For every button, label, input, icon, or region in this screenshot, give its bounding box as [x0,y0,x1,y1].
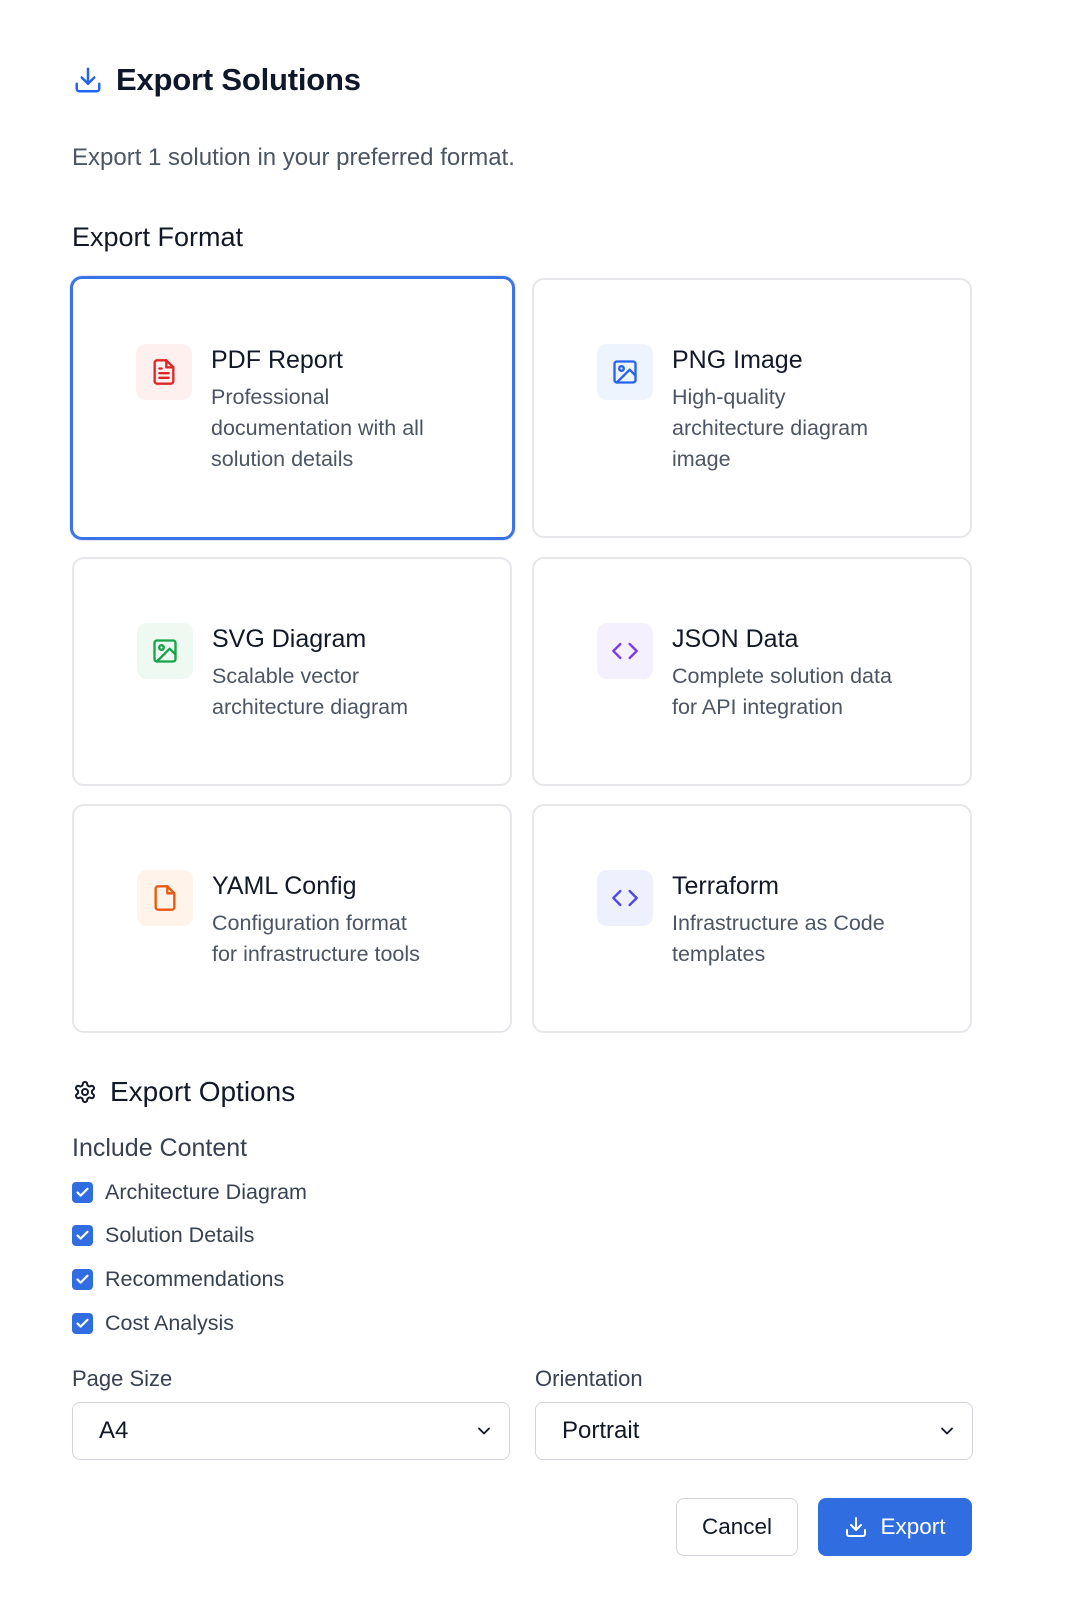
format-option-png[interactable]: PNG Image High-quality architecture diagra… [532,278,972,538]
format-option-json[interactable]: JSON Data Complete solution data for API i… [532,557,972,786]
format-option-text: Terraform Infrastructure as Code templates [672,870,905,970]
format-option-svg[interactable]: SVG Diagram Scalable vector architecture d… [72,557,512,786]
format-option-description: Professional documentation with all soluti… [211,382,424,475]
description-line: Scalable vector [212,664,359,688]
include-checkbox-row[interactable]: Recommendations [72,1267,284,1292]
export-button[interactable]: Export [818,1498,972,1556]
description-line: Complete solution data [672,664,892,688]
code-icon [597,623,653,679]
description-line: Infrastructure as Code [672,911,885,935]
format-option-text: SVG Diagram Scalable vector architecture d… [212,623,428,723]
format-option-name: JSON Data [672,625,799,653]
image-icon [137,623,193,679]
checkbox[interactable] [72,1269,93,1290]
checkbox[interactable] [72,1225,93,1246]
orientation-value: Portrait [562,1417,640,1444]
format-option-text: JSON Data Complete solution data for API i… [672,623,912,723]
export-format-label: Export Format [72,222,244,252]
chevron-down-icon [936,1420,958,1442]
format-option-pdf[interactable]: PDF Report Professional documentation with… [70,276,515,540]
format-option-description: Infrastructure as Code templates [672,908,885,970]
checkbox[interactable] [72,1313,93,1334]
description-line: templates [672,942,766,966]
description-line: documentation with all [211,416,424,440]
image-icon [597,344,653,400]
dialog-title: Export Solutions [116,62,361,97]
description-line: for API integration [672,695,843,719]
description-line: architecture diagram [672,416,868,440]
export-dialog: Export Solutions Export 1 solution in yo… [0,0,1066,1606]
dialog-subtitle: Export 1 solution in your preferred form… [72,144,515,171]
include-checkbox-row[interactable]: Cost Analysis [72,1311,234,1336]
cancel-button[interactable]: Cancel [676,1498,798,1556]
format-option-name: Terraform [672,872,779,900]
export-options-header: Export Options [72,1076,295,1108]
checkbox-label: Cost Analysis [105,1311,235,1335]
description-line: Professional [211,385,330,409]
format-option-description: High-quality architecture diagram image [672,382,868,475]
check-icon [76,1318,89,1328]
description-line: image [672,447,731,471]
checkbox-label: Recommendations [105,1267,285,1291]
format-option-description: Configuration format for infrastructure t… [212,908,420,970]
format-option-yaml[interactable]: YAML Config Configuration format for infra… [72,804,512,1033]
export-options-title: Export Options [110,1076,296,1107]
format-option-name: PDF Report [211,346,343,374]
check-icon [76,1274,89,1284]
format-option-text: YAML Config Configuration format for infra… [212,870,440,970]
code-icon [597,870,653,926]
page-size-value: A4 [99,1417,129,1444]
description-line: Configuration format [212,911,407,935]
format-option-description: Complete solution data for API integratio… [672,661,892,723]
format-option-text: PDF Report Professional documentation with… [211,344,444,475]
orientation-label: Orientation [535,1366,643,1391]
export-button-label: Export [880,1514,946,1539]
include-content-label: Include Content [72,1134,248,1162]
description-line: solution details [211,447,354,471]
orientation-select[interactable]: Portrait [535,1402,973,1460]
download-icon [844,1515,868,1539]
checkbox-label: Solution Details [105,1223,255,1247]
include-checkbox-row[interactable]: Solution Details [72,1223,254,1248]
checkbox-label: Architecture Diagram [105,1180,307,1204]
dialog-header: Export Solutions [72,60,361,100]
format-option-text: PNG Image High-quality architecture diagra… [672,344,888,475]
checkbox[interactable] [72,1182,93,1203]
description-line: for infrastructure tools [212,942,420,966]
description-line: High-quality [672,385,786,409]
format-option-name: PNG Image [672,346,803,374]
download-icon [72,64,104,96]
page-size-select[interactable]: A4 [72,1402,510,1460]
format-option-terraform[interactable]: Terraform Infrastructure as Code templates [532,804,972,1033]
format-option-name: YAML Config [212,872,357,900]
file-text-icon [136,344,192,400]
check-icon [76,1187,89,1197]
chevron-down-icon [473,1420,495,1442]
include-checkbox-row[interactable]: Architecture Diagram [72,1180,307,1205]
file-icon [137,870,193,926]
format-option-name: SVG Diagram [212,625,367,653]
format-option-description: Scalable vector architecture diagram [212,661,408,723]
description-line: architecture diagram [212,695,408,719]
check-icon [76,1230,89,1240]
page-size-label: Page Size [72,1366,173,1391]
gear-icon [72,1079,98,1105]
